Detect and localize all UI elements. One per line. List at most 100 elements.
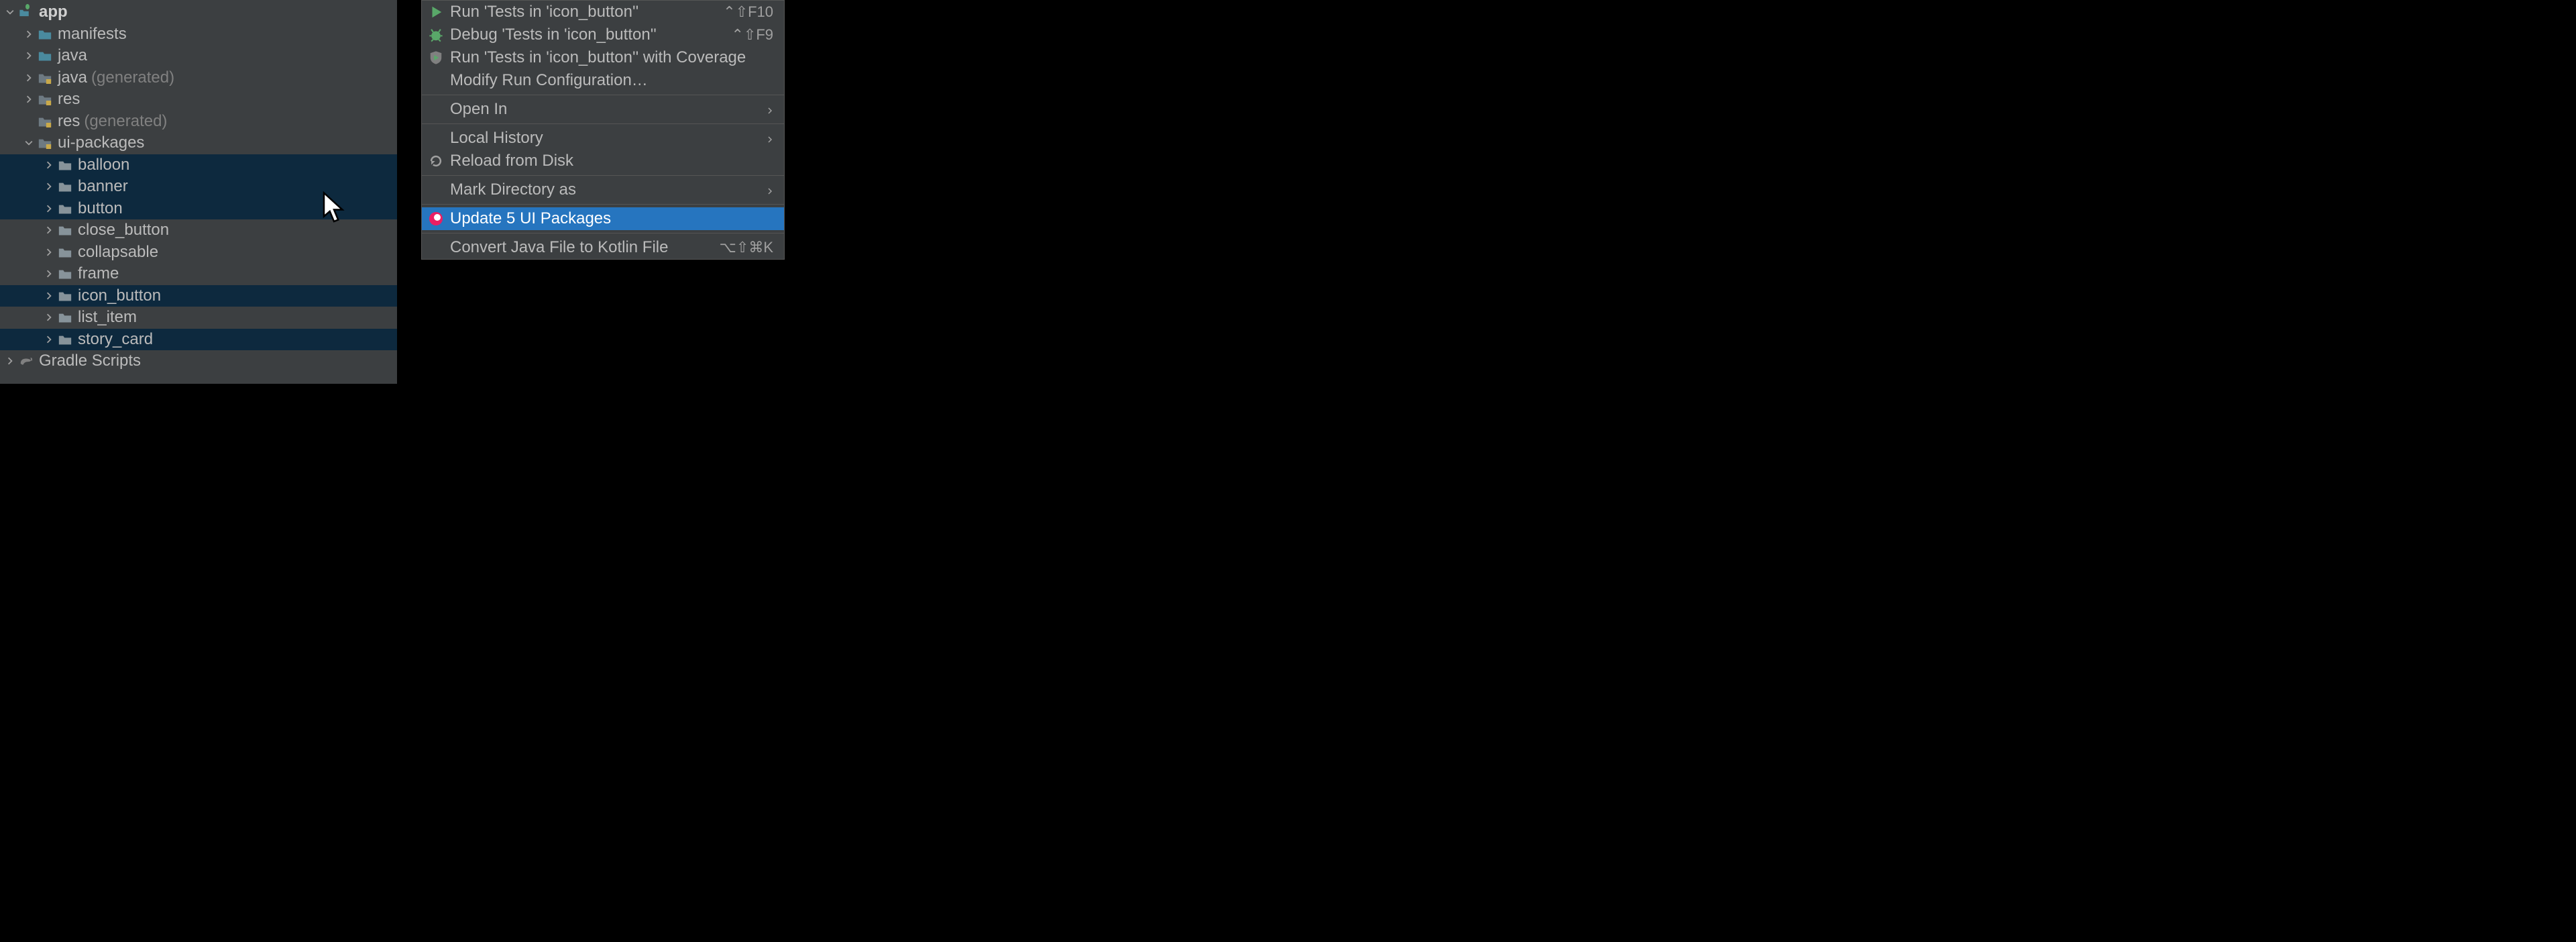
folder-res-icon [38, 92, 52, 107]
folder-icon [58, 289, 72, 303]
menu-label: Mark Directory as [450, 180, 764, 199]
tree-label: collapsable [78, 243, 158, 262]
relay-icon [429, 211, 443, 226]
tree-item-balloon[interactable]: balloon [0, 154, 397, 176]
tree-item-button[interactable]: button [0, 198, 397, 220]
chevron-right-icon [43, 290, 55, 302]
tree-item-list-item[interactable]: list_item [0, 307, 397, 329]
tree-item-story-card[interactable]: story_card [0, 329, 397, 351]
folder-icon [58, 245, 72, 260]
submenu-arrow-icon [764, 180, 773, 199]
menu-label: Run 'Tests in 'icon_button'' with Covera… [450, 48, 773, 67]
folder-res-icon [38, 114, 52, 129]
menu-separator [422, 123, 784, 124]
submenu-arrow-icon [764, 100, 773, 119]
folder-icon [38, 48, 52, 63]
tree-item-banner[interactable]: banner [0, 176, 397, 198]
coverage-icon [429, 50, 443, 65]
chevron-right-icon [43, 159, 55, 171]
menu-item-modify-run-config[interactable]: Modify Run Configuration… [422, 69, 784, 92]
menu-item-update-ui-packages[interactable]: Update 5 UI Packages [422, 207, 784, 230]
menu-label: Reload from Disk [450, 152, 773, 170]
tree-suffix: (generated) [91, 68, 174, 87]
chevron-right-icon [23, 72, 35, 84]
menu-label: Modify Run Configuration… [450, 71, 773, 90]
folder-icon [58, 201, 72, 216]
chevron-down-icon [4, 6, 16, 18]
folder-generated-icon [38, 70, 52, 85]
menu-item-local-history[interactable]: Local History [422, 127, 784, 150]
menu-item-reload-from-disk[interactable]: Reload from Disk [422, 150, 784, 172]
folder-icon [58, 310, 72, 325]
folder-icon [58, 223, 72, 238]
tree-item-ui-packages[interactable]: ui-packages [0, 132, 397, 154]
chevron-right-icon [43, 246, 55, 258]
menu-shortcut: ⌥⇧⌘K [720, 239, 773, 256]
chevron-right-icon [4, 355, 16, 367]
tree-label: balloon [78, 156, 129, 174]
folder-icon [58, 266, 72, 281]
tree-label: close_button [78, 221, 169, 240]
tree-item-res-generated[interactable]: res (generated) [0, 111, 397, 133]
tree-item-close-button[interactable]: close_button [0, 219, 397, 242]
tree-label: story_card [78, 330, 153, 349]
tree-label: frame [78, 264, 119, 283]
tree-label: button [78, 199, 123, 218]
menu-shortcut: ⌃⇧F10 [723, 3, 773, 21]
tree-label: res [58, 112, 80, 131]
folder-res-icon [38, 136, 52, 150]
chevron-right-icon [43, 268, 55, 280]
menu-label: Local History [450, 129, 764, 148]
project-tree-panel: app manifests java java (generated) res [0, 0, 397, 384]
tree-item-gradle-scripts[interactable]: Gradle Scripts [0, 350, 397, 372]
chevron-right-icon [43, 333, 55, 346]
menu-item-convert-to-kotlin[interactable]: Convert Java File to Kotlin File ⌥⇧⌘K [422, 236, 784, 259]
menu-shortcut: ⌃⇧F9 [731, 26, 773, 44]
tree-item-app[interactable]: app [0, 1, 397, 23]
project-tree: app manifests java java (generated) res [0, 0, 397, 372]
tree-item-manifests[interactable]: manifests [0, 23, 397, 46]
reload-icon [429, 154, 443, 168]
tree-item-icon-button[interactable]: icon_button [0, 285, 397, 307]
menu-item-open-in[interactable]: Open In [422, 98, 784, 121]
menu-item-run-coverage[interactable]: Run 'Tests in 'icon_button'' with Covera… [422, 46, 784, 69]
tree-label: res [58, 90, 80, 109]
menu-label: Convert Java File to Kotlin File [450, 238, 720, 257]
tree-label: icon_button [78, 286, 161, 305]
tree-label: ui-packages [58, 134, 144, 152]
chevron-right-icon [43, 203, 55, 215]
tree-label: app [39, 3, 68, 21]
tree-label: Gradle Scripts [39, 352, 141, 370]
menu-item-debug-tests[interactable]: Debug 'Tests in 'icon_button'' ⌃⇧F9 [422, 23, 784, 46]
menu-item-run-tests[interactable]: Run 'Tests in 'icon_button'' ⌃⇧F10 [422, 1, 784, 23]
chevron-right-icon [23, 28, 35, 40]
folder-icon [58, 179, 72, 194]
gradle-icon [19, 354, 34, 368]
tree-label: manifests [58, 25, 127, 44]
folder-app-icon [19, 5, 34, 19]
menu-item-mark-directory-as[interactable]: Mark Directory as [422, 178, 784, 201]
tree-item-res[interactable]: res [0, 89, 397, 111]
submenu-arrow-icon [764, 129, 773, 148]
context-menu: Run 'Tests in 'icon_button'' ⌃⇧F10 Debug… [421, 0, 785, 260]
menu-separator [422, 175, 784, 176]
tree-item-java[interactable]: java [0, 45, 397, 67]
chevron-right-icon [43, 180, 55, 193]
tree-label: list_item [78, 308, 137, 327]
menu-label: Open In [450, 100, 764, 119]
menu-separator [422, 204, 784, 205]
tree-label: java [58, 68, 87, 87]
chevron-right-icon [23, 50, 35, 62]
folder-icon [58, 332, 72, 347]
chevron-right-icon [43, 311, 55, 323]
chevron-down-icon [23, 137, 35, 149]
menu-label: Run 'Tests in 'icon_button'' [450, 3, 723, 21]
chevron-right-icon [43, 224, 55, 236]
tree-item-frame[interactable]: frame [0, 263, 397, 285]
tree-suffix: (generated) [84, 112, 167, 131]
folder-icon [58, 158, 72, 172]
tree-item-collapsable[interactable]: collapsable [0, 242, 397, 264]
folder-icon [38, 27, 52, 42]
tree-label: banner [78, 177, 128, 196]
tree-item-java-generated[interactable]: java (generated) [0, 67, 397, 89]
